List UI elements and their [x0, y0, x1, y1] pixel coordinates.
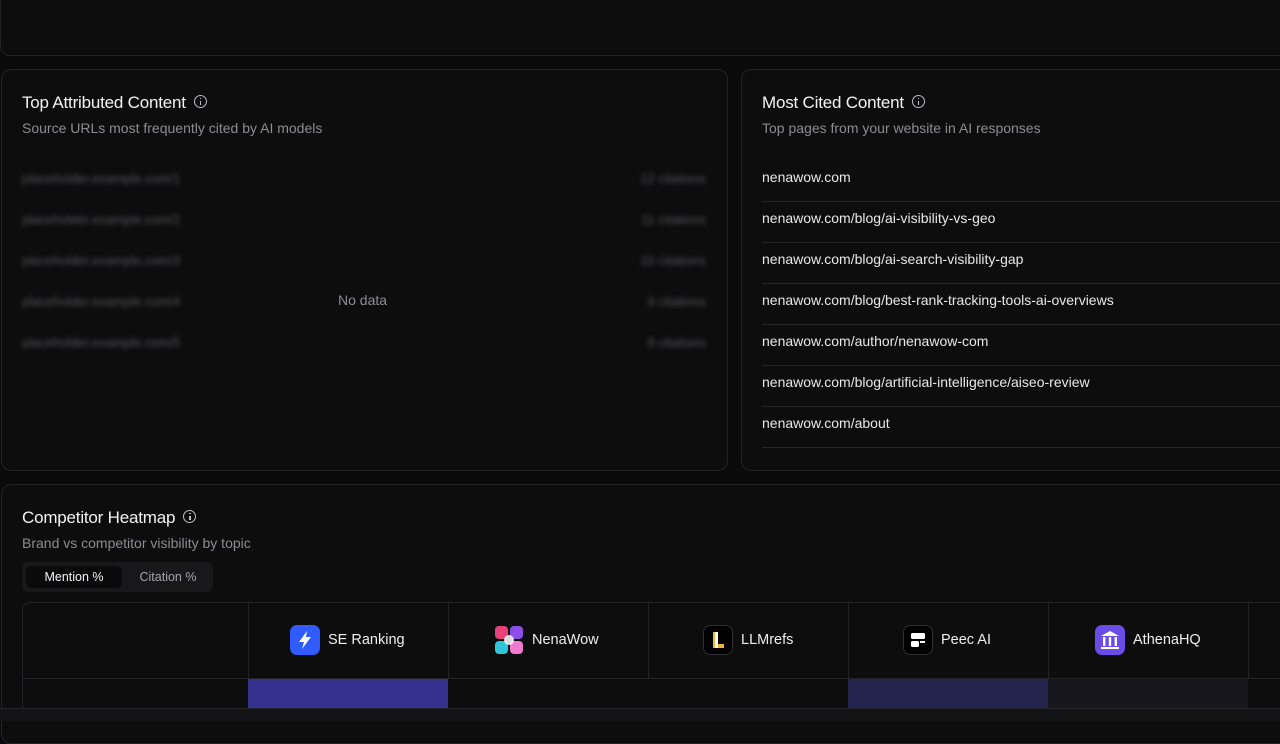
cited-url[interactable]: nenawow.com/about [762, 415, 890, 431]
cited-url[interactable]: nenawow.com/blog/ai-visibility-vs-geo [762, 210, 995, 226]
heatmap-column-header [1248, 603, 1280, 678]
brand-name: SE Ranking [328, 632, 405, 648]
mention-percent-tab[interactable]: Mention % [26, 566, 122, 588]
peec-icon [903, 625, 933, 655]
brand-name: LLMrefs [741, 632, 794, 648]
placeholder-count: 10 citations [640, 253, 706, 268]
cited-row[interactable]: nenawow.com/blog/ai-visibility-vs-geo [762, 202, 1280, 243]
pillars-icon [1095, 625, 1125, 655]
heatmap-subtitle: Brand vs competitor visibility by topic [22, 535, 251, 551]
placeholder-url: placeholder.example.com/3 [22, 253, 181, 268]
cited-row[interactable]: nenawow.com [762, 161, 1280, 202]
placeholder-count: 9 citations [647, 294, 706, 309]
placeholder-count: 12 citations [640, 171, 706, 186]
cited-url[interactable]: nenawow.com/blog/ai-search-visibility-ga… [762, 251, 1023, 267]
previous-card [0, 0, 1280, 56]
most-cited-title: Most Cited Content [762, 93, 925, 113]
placeholder-row: placeholder.example.com/2 11 citations [22, 208, 706, 228]
letter-l-icon [703, 625, 733, 655]
no-data-label: No data [338, 292, 388, 308]
cited-row[interactable]: nenawow.com/blog/artificial-intelligence… [762, 366, 1280, 407]
cited-url[interactable]: nenawow.com/blog/artificial-intelligence… [762, 374, 1090, 390]
citation-percent-tab[interactable]: Citation % [126, 566, 210, 588]
heatmap-title-text: Competitor Heatmap [22, 508, 176, 527]
cited-url[interactable]: nenawow.com/blog/best-rank-tracking-tool… [762, 292, 1114, 308]
brand-name: AthenaHQ [1133, 632, 1201, 648]
top-attributed-title-text: Top Attributed Content [22, 93, 186, 112]
cited-url[interactable]: nenawow.com [762, 169, 851, 185]
horizontal-scrollbar[interactable] [0, 708, 1280, 721]
placeholder-row: placeholder.example.com/1 12 citations [22, 167, 706, 187]
info-icon[interactable] [183, 510, 197, 524]
placeholder-row: placeholder.example.com/5 8 citations [22, 331, 706, 351]
brand-athenahq[interactable]: AthenaHQ [1095, 625, 1201, 655]
placeholder-count: 11 citations [641, 212, 706, 227]
info-icon[interactable] [911, 95, 925, 109]
brand-llmrefs[interactable]: LLMrefs [703, 625, 793, 655]
cited-row[interactable]: nenawow.com/about [762, 407, 1280, 448]
placeholder-url: placeholder.example.com/5 [22, 335, 181, 350]
placeholder-url: placeholder.example.com/4 [22, 294, 181, 309]
metric-toggle: Mention % Citation % [22, 562, 213, 592]
info-icon[interactable] [193, 95, 207, 109]
top-attributed-subtitle: Source URLs most frequently cited by AI … [22, 120, 323, 136]
placeholder-row: placeholder.example.com/3 10 citations [22, 249, 706, 269]
cited-row[interactable]: nenawow.com/blog/ai-search-visibility-ga… [762, 243, 1280, 284]
heatmap-table: SE Ranking NenaWow LLMrefs Peec AI Athen… [22, 602, 1280, 720]
brand-peec-ai[interactable]: Peec AI [903, 625, 991, 655]
brand-name: Peec AI [941, 632, 991, 648]
brand-se-ranking[interactable]: SE Ranking [290, 625, 405, 655]
bolt-icon [290, 625, 320, 655]
cited-row[interactable]: nenawow.com/author/nenawow-com [762, 325, 1280, 366]
most-cited-subtitle: Top pages from your website in AI respon… [762, 120, 1041, 136]
puzzle-icon [494, 625, 524, 655]
heatmap-title: Competitor Heatmap [22, 508, 197, 528]
cited-url[interactable]: nenawow.com/author/nenawow-com [762, 333, 988, 349]
placeholder-url: placeholder.example.com/2 [22, 212, 181, 227]
cited-row[interactable]: nenawow.com/blog/best-rank-tracking-tool… [762, 284, 1280, 325]
placeholder-url: placeholder.example.com/1 [22, 171, 181, 186]
top-attributed-title: Top Attributed Content [22, 93, 207, 113]
most-cited-title-text: Most Cited Content [762, 93, 904, 112]
brand-name: NenaWow [532, 632, 599, 648]
brand-nenawow[interactable]: NenaWow [494, 625, 599, 655]
placeholder-count: 8 citations [647, 335, 706, 350]
